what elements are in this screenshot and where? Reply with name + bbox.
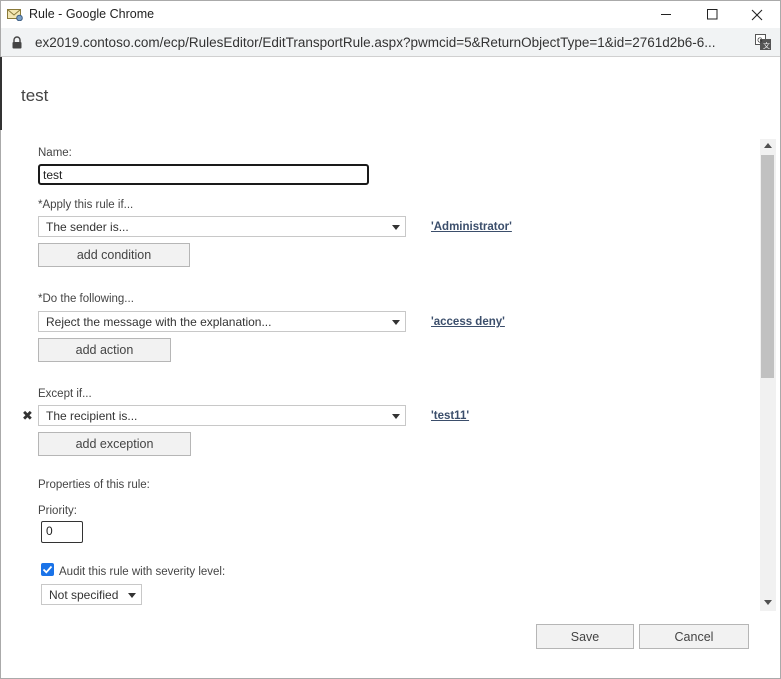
close-button[interactable] xyxy=(734,1,780,28)
sender-value-link[interactable]: 'Administrator' xyxy=(431,221,512,233)
envelope-gear-icon xyxy=(7,7,23,22)
chevron-down-icon xyxy=(392,414,400,419)
window-title: Rule - Google Chrome xyxy=(29,7,155,21)
maximize-button[interactable] xyxy=(689,1,735,28)
url-text[interactable]: ex2019.contoso.com/ecp/RulesEditor/EditT… xyxy=(35,35,745,50)
action-select-value: Reject the message with the explanation.… xyxy=(46,315,272,329)
title-bar: Rule - Google Chrome xyxy=(1,1,780,28)
svg-text:文: 文 xyxy=(763,41,770,50)
scroll-down-arrow-icon[interactable] xyxy=(764,600,772,605)
condition-select[interactable]: The sender is... xyxy=(38,216,406,237)
remove-exception-icon[interactable]: ✖ xyxy=(22,408,33,424)
minimize-button[interactable] xyxy=(643,1,689,28)
lock-icon[interactable] xyxy=(11,36,23,49)
add-action-button[interactable]: add action xyxy=(38,338,171,362)
audit-label: Audit this rule with severity level: xyxy=(59,566,226,578)
explanation-value-link[interactable]: 'access deny' xyxy=(431,316,505,328)
add-exception-button[interactable]: add exception xyxy=(38,432,191,456)
properties-label: Properties of this rule: xyxy=(38,479,150,491)
add-condition-button[interactable]: add condition xyxy=(38,243,190,267)
chevron-down-icon xyxy=(392,225,400,230)
exception-select[interactable]: The recipient is... xyxy=(38,405,406,426)
page-title: test xyxy=(21,86,49,105)
cancel-button[interactable]: Cancel xyxy=(639,624,749,649)
translate-icon[interactable]: G 文 xyxy=(755,34,771,50)
action-select[interactable]: Reject the message with the explanation.… xyxy=(38,311,406,332)
address-bar[interactable]: ex2019.contoso.com/ecp/RulesEditor/EditT… xyxy=(1,28,780,57)
condition-select-value: The sender is... xyxy=(46,220,129,234)
apply-rule-label: *Apply this rule if... xyxy=(38,199,134,211)
priority-field[interactable]: 0 xyxy=(41,521,83,543)
scroll-up-arrow-icon[interactable] xyxy=(764,143,772,148)
checkmark-icon xyxy=(42,565,53,574)
svg-text:G: G xyxy=(757,38,762,45)
recipient-value-link[interactable]: 'test11' xyxy=(431,410,469,422)
severity-select-value: Not specified xyxy=(49,588,119,602)
do-following-label: *Do the following... xyxy=(38,293,134,305)
severity-select[interactable]: Not specified xyxy=(41,584,142,605)
exception-select-value: The recipient is... xyxy=(46,409,138,423)
chevron-down-icon xyxy=(128,593,136,598)
priority-label: Priority: xyxy=(38,505,77,517)
except-if-label: Except if... xyxy=(38,388,92,400)
scrollbar-thumb[interactable] xyxy=(761,155,774,378)
chevron-down-icon xyxy=(392,320,400,325)
audit-checkbox[interactable] xyxy=(41,563,54,576)
left-edge-divider xyxy=(0,57,2,130)
name-field[interactable] xyxy=(38,164,369,185)
name-label: Name: xyxy=(38,147,72,159)
save-button[interactable]: Save xyxy=(536,624,634,649)
